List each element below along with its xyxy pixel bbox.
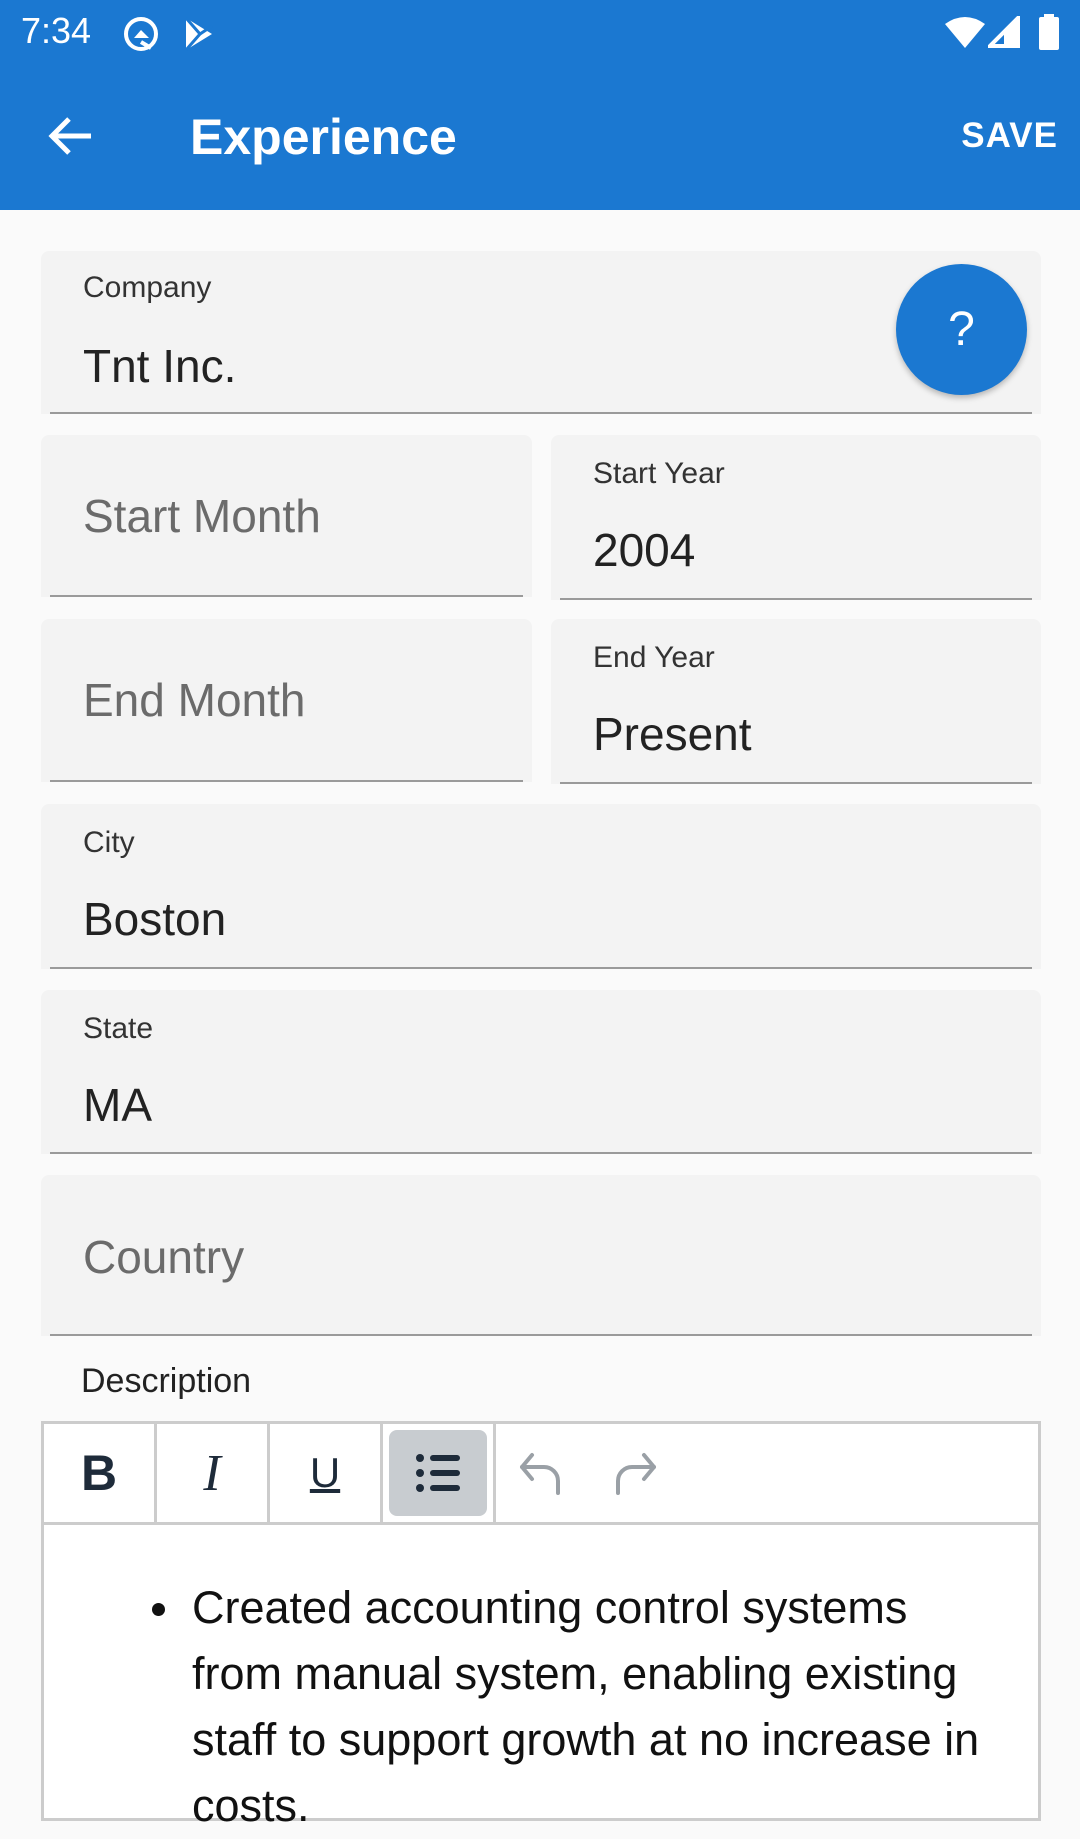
- bullet-list-button[interactable]: [383, 1424, 496, 1522]
- start-year-label: Start Year: [593, 457, 725, 490]
- company-underline: [50, 412, 1032, 414]
- help-icon: ?: [948, 303, 975, 356]
- arrow-back-icon: [48, 117, 91, 155]
- status-time: 7:34: [21, 10, 92, 51]
- start-year-field[interactable]: Start Year 2004: [551, 435, 1041, 600]
- end-year-underline: [560, 782, 1032, 784]
- city-label: City: [83, 826, 135, 859]
- city-underline: [50, 967, 1032, 969]
- country-field[interactable]: Country: [41, 1175, 1041, 1336]
- end-year-field[interactable]: End Year Present: [551, 619, 1041, 784]
- help-button[interactable]: ?: [896, 264, 1027, 395]
- italic-button[interactable]: I: [157, 1424, 270, 1522]
- start-year-underline: [560, 598, 1032, 600]
- city-input[interactable]: Boston: [83, 892, 226, 946]
- italic-icon: I: [203, 1444, 221, 1502]
- editor-content[interactable]: Created accounting control systems from …: [44, 1525, 1038, 1839]
- description-editor[interactable]: B I U Created accounting control systems…: [41, 1421, 1041, 1831]
- underline-icon: U: [309, 1449, 341, 1496]
- back-button[interactable]: [38, 104, 102, 168]
- state-input[interactable]: MA: [83, 1078, 152, 1132]
- start-year-input[interactable]: 2004: [593, 523, 695, 577]
- state-field[interactable]: State MA: [41, 990, 1041, 1154]
- start-month-field[interactable]: Start Month: [41, 435, 532, 597]
- state-label: State: [83, 1012, 154, 1045]
- bullet-dot-icon: [152, 1603, 165, 1616]
- state-underline: [50, 1152, 1032, 1154]
- city-field[interactable]: City Boston: [41, 804, 1041, 969]
- q-notification-icon: [121, 14, 161, 59]
- bullet-list: Created accounting control systems from …: [152, 1575, 1008, 1839]
- cell-signal-icon: [985, 13, 1020, 53]
- undo-icon: [520, 1453, 560, 1495]
- start-month-input[interactable]: Start Month: [83, 489, 321, 543]
- end-month-underline: [50, 780, 523, 782]
- undo-button[interactable]: [496, 1424, 588, 1522]
- start-month-underline: [50, 595, 523, 597]
- wifi-icon: [945, 16, 985, 55]
- app-bar: Experience SAVE: [0, 68, 1080, 210]
- bold-icon: B: [80, 1445, 118, 1501]
- company-field[interactable]: Company Tnt Inc.: [41, 251, 1041, 414]
- redo-button[interactable]: [588, 1424, 680, 1522]
- end-year-label: End Year: [593, 641, 715, 674]
- country-input[interactable]: Country: [83, 1230, 244, 1284]
- editor-toolbar: B I U: [44, 1424, 1038, 1525]
- end-month-field[interactable]: End Month: [41, 619, 532, 782]
- battery-icon: [1038, 14, 1060, 55]
- underline-button[interactable]: U: [270, 1424, 383, 1522]
- country-underline: [50, 1334, 1032, 1336]
- bullet-list-icon: [416, 1454, 460, 1492]
- bullet-item: Created accounting control systems from …: [152, 1575, 1008, 1839]
- end-month-input[interactable]: End Month: [83, 673, 305, 727]
- description-label: Description: [81, 1362, 252, 1400]
- end-year-input[interactable]: Present: [593, 707, 752, 761]
- redo-icon: [616, 1453, 656, 1495]
- page-title: Experience: [190, 109, 457, 165]
- company-input[interactable]: Tnt Inc.: [83, 339, 236, 393]
- company-label: Company: [83, 271, 212, 304]
- bold-button[interactable]: B: [44, 1424, 157, 1522]
- status-bar: 7:34: [0, 0, 1080, 68]
- play-store-icon: [182, 14, 216, 59]
- save-button[interactable]: SAVE: [961, 116, 1058, 156]
